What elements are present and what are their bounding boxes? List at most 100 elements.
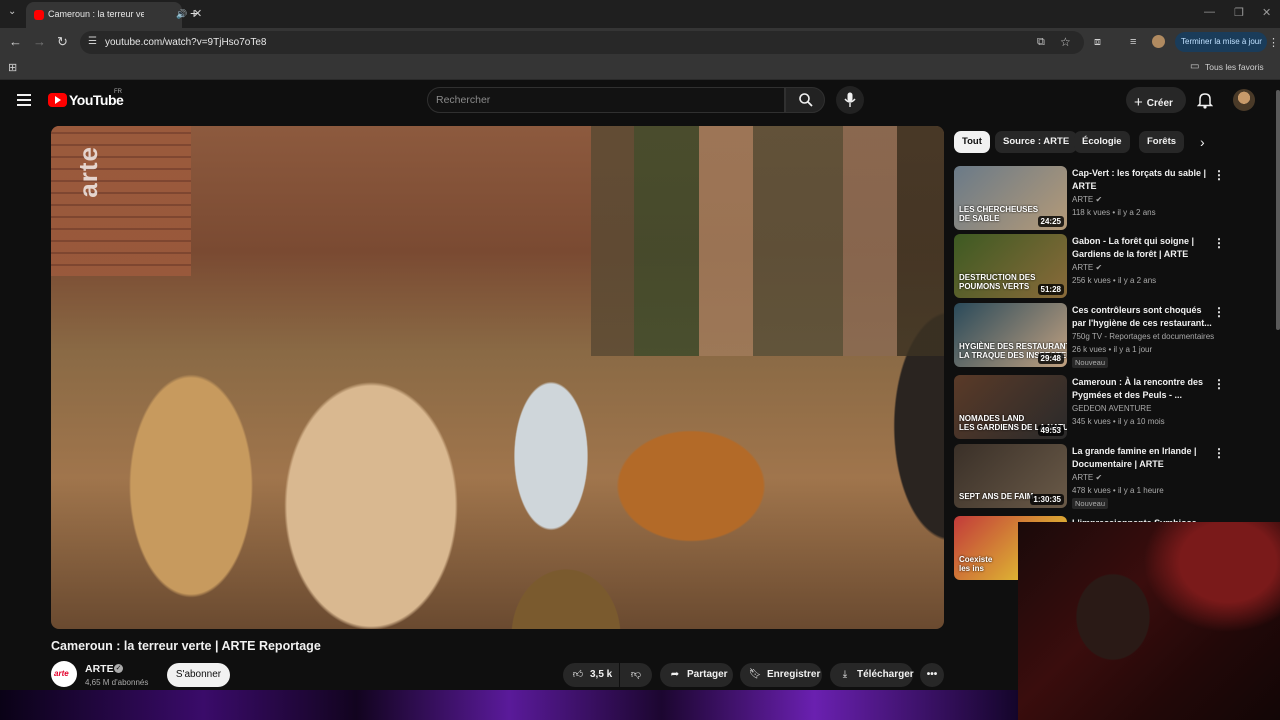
notifications-bell-icon[interactable] bbox=[1197, 91, 1213, 109]
more-options-icon[interactable]: ⋮ bbox=[1213, 305, 1225, 319]
tab-title: Cameroun : la terreur verte bbox=[48, 9, 144, 19]
minimize-icon[interactable]: — bbox=[1204, 6, 1215, 18]
video-player[interactable]: arte bbox=[51, 126, 944, 629]
voice-search-button[interactable] bbox=[836, 86, 864, 114]
recommendation-meta: 118 k vues • il y a 2 ans bbox=[1072, 208, 1156, 217]
more-options-icon[interactable]: ⋮ bbox=[1213, 446, 1225, 460]
video-thumbnail[interactable]: NOMADES LAND LES GARDIENS DE LA NATURE49… bbox=[954, 375, 1067, 439]
update-button[interactable]: Terminer la mise à jour bbox=[1175, 32, 1267, 52]
chip-all[interactable]: Tout bbox=[954, 131, 990, 153]
browser-tab-strip: ⌄ Cameroun : la terreur verte 🔊 ✕ + — ❐ … bbox=[0, 0, 1280, 28]
search-input[interactable]: Rechercher bbox=[427, 87, 785, 113]
forward-icon[interactable]: → bbox=[33, 34, 46, 49]
browser-menu-icon[interactable]: ⋮ bbox=[1268, 36, 1279, 49]
profile-avatar[interactable] bbox=[1152, 35, 1165, 48]
apps-grid-icon[interactable]: ⊞ bbox=[8, 61, 17, 74]
recommendation-item[interactable]: DESTRUCTION DES POUMONS VERTS 51:28 Gabon … bbox=[954, 234, 1274, 300]
reload-icon[interactable]: ↻ bbox=[57, 34, 68, 50]
like-count: 3,5 k bbox=[590, 669, 613, 680]
channel-avatar[interactable]: arte bbox=[51, 661, 77, 687]
create-label: Créer bbox=[1146, 98, 1173, 109]
bookmark-icon: 🔖︎ bbox=[748, 669, 762, 680]
video-frame-wall bbox=[51, 126, 191, 276]
window-close-icon[interactable]: ✕ bbox=[1262, 6, 1271, 19]
filter-chips: Tout Source : ARTE Écologie Forêts bbox=[954, 131, 1224, 153]
recommendation-item[interactable]: SEPT ANS DE FAIM 1:30:35 La grande famine … bbox=[954, 444, 1274, 510]
search-button[interactable] bbox=[785, 87, 825, 113]
new-badge: Nouveau bbox=[1072, 498, 1109, 509]
user-avatar[interactable] bbox=[1233, 89, 1255, 111]
recommendation-channel-name: 750g TV - Reportages et documentaires bbox=[1072, 332, 1215, 341]
video-thumbnail[interactable]: DESTRUCTION DES POUMONS VERTS 51:28 bbox=[954, 234, 1067, 298]
back-icon[interactable]: ← bbox=[9, 34, 22, 49]
webcam-overlay bbox=[1018, 522, 1280, 720]
more-options-icon[interactable]: ⋮ bbox=[1213, 236, 1225, 250]
share-button[interactable]: ➦ Partager bbox=[660, 663, 733, 687]
share-arrow-icon: ➦ bbox=[670, 669, 680, 680]
recommendation-title[interactable]: Ces contrôleurs sont choqués par l'hygiè… bbox=[1072, 304, 1212, 330]
create-button[interactable]: + Créer bbox=[1126, 87, 1186, 113]
chip-ecology[interactable]: Écologie bbox=[1074, 131, 1130, 153]
new-tab-icon[interactable]: + bbox=[190, 5, 198, 21]
like-button[interactable]: 👍︎ 3,5 k bbox=[563, 663, 619, 687]
recommendation-title[interactable]: Cap-Vert : les forçats du sable | ARTE bbox=[1072, 167, 1212, 193]
browser-tab[interactable]: Cameroun : la terreur verte 🔊 ✕ bbox=[26, 2, 202, 28]
site-info-icon[interactable]: ☰ bbox=[88, 36, 97, 47]
thumbs-up-icon: 👍︎ bbox=[572, 669, 584, 680]
microphone-icon bbox=[844, 92, 856, 107]
chip-source-arte[interactable]: Source : ARTE bbox=[995, 131, 1078, 153]
recommendation-item[interactable]: HYGIÈNE DES RESTAURANTS LA TRAQUE DES IN… bbox=[954, 303, 1274, 369]
download-button[interactable]: ⤓ Télécharger bbox=[830, 663, 914, 687]
recommendation-title[interactable]: Cameroun : À la rencontre des Pygmées et… bbox=[1072, 376, 1212, 402]
recommendation-item[interactable]: LES CHERCHEUSES DE SABLE 24:25 Cap-Vert : … bbox=[954, 166, 1274, 232]
video-thumbnail[interactable]: LES CHERCHEUSES DE SABLE 24:25 bbox=[954, 166, 1067, 230]
maximize-icon[interactable]: ❐ bbox=[1234, 6, 1244, 19]
recommendation-channel: ARTE ✔ bbox=[1072, 195, 1102, 204]
dislike-button[interactable]: 👎︎ bbox=[620, 663, 652, 687]
share-label: Partager bbox=[687, 669, 728, 680]
youtube-play-icon bbox=[48, 93, 67, 107]
cast-icon[interactable]: ⧉ bbox=[1037, 36, 1045, 49]
recommendation-title[interactable]: Gabon - La forêt qui soigne | Gardiens d… bbox=[1072, 235, 1212, 261]
chips-next-chevron-icon[interactable]: › bbox=[1200, 134, 1205, 150]
stream-overlay-band bbox=[0, 690, 1018, 720]
search-placeholder: Rechercher bbox=[436, 94, 491, 106]
subscriber-count: 4,65 M d'abonnés bbox=[85, 678, 149, 687]
subscribe-button[interactable]: S'abonner bbox=[167, 663, 230, 687]
recommendation-channel-name: ARTE bbox=[1072, 263, 1094, 272]
video-thumbnail[interactable]: HYGIÈNE DES RESTAURANTS LA TRAQUE DES IN… bbox=[954, 303, 1067, 367]
channel-name[interactable]: ARTE bbox=[85, 663, 114, 675]
all-bookmarks-link[interactable]: Tous les favoris bbox=[1205, 62, 1264, 72]
channel-avatar-logo: arte bbox=[54, 669, 69, 678]
tab-search-icon[interactable]: ⌄ bbox=[8, 6, 16, 17]
save-button[interactable]: 🔖︎ Enregistrer bbox=[740, 663, 822, 687]
scrollbar[interactable] bbox=[1276, 90, 1280, 330]
more-dots-icon: ••• bbox=[926, 669, 938, 680]
verified-check-icon: ✔ bbox=[1095, 473, 1103, 482]
recommendation-channel-name: GEDEON AVENTURE bbox=[1072, 404, 1152, 413]
url-text: youtube.com/watch?v=9TjHso7oTe8 bbox=[105, 37, 267, 48]
recommendation-channel-name: ARTE bbox=[1072, 473, 1094, 482]
folder-icon: ▭ bbox=[1190, 61, 1200, 72]
recommendation-channel: GEDEON AVENTURE bbox=[1072, 404, 1151, 413]
chip-forests[interactable]: Forêts bbox=[1139, 131, 1185, 153]
tab-audio-icon[interactable]: 🔊 bbox=[176, 9, 187, 20]
bookmarks-bar: ⊞ ▭ Tous les favoris bbox=[0, 56, 1280, 80]
video-thumbnail[interactable]: SEPT ANS DE FAIM 1:30:35 bbox=[954, 444, 1067, 508]
recommendation-item[interactable]: NOMADES LAND LES GARDIENS DE LA NATURE49… bbox=[954, 375, 1274, 441]
more-options-icon[interactable]: ⋮ bbox=[1213, 168, 1225, 182]
reading-list-icon[interactable]: ≡ bbox=[1130, 36, 1136, 48]
more-options-icon[interactable]: ⋮ bbox=[1213, 377, 1225, 391]
recommendation-channel: ARTE ✔ bbox=[1072, 263, 1102, 272]
more-actions-button[interactable]: ••• bbox=[920, 663, 944, 687]
browser-toolbar: ← → ↻ ☰ youtube.com/watch?v=9TjHso7oTe8 … bbox=[0, 28, 1280, 56]
bookmark-star-icon[interactable]: ☆ bbox=[1060, 35, 1071, 49]
recommendation-title[interactable]: La grande famine en Irlande | Documentai… bbox=[1072, 445, 1212, 471]
thumbs-down-icon: 👎︎ bbox=[630, 669, 642, 680]
save-label: Enregistrer bbox=[767, 669, 821, 680]
extensions-icon[interactable]: ⧈ bbox=[1094, 36, 1101, 49]
duration-badge: 51:28 bbox=[1037, 284, 1064, 295]
address-bar[interactable]: ☰ youtube.com/watch?v=9TjHso7oTe8 ⧉ ☆ bbox=[80, 31, 1084, 54]
duration-badge: 24:25 bbox=[1037, 216, 1064, 227]
hamburger-menu-icon[interactable] bbox=[17, 94, 31, 106]
